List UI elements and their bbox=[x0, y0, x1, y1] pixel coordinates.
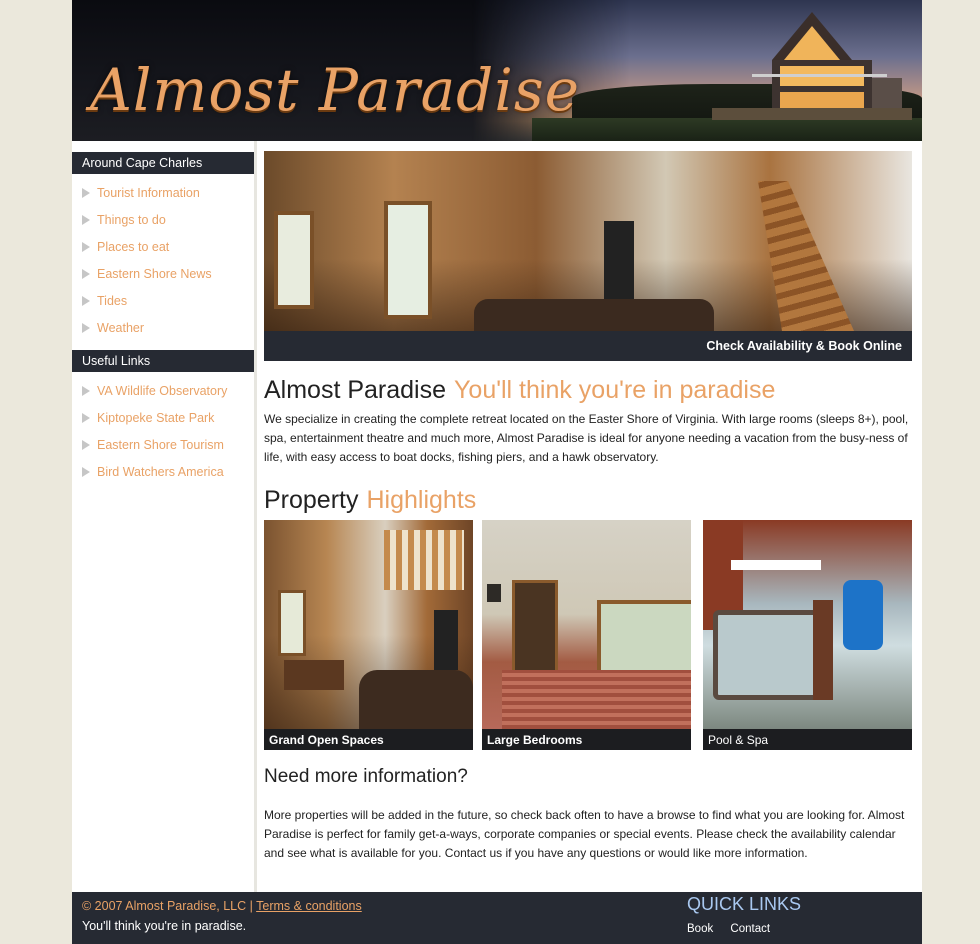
footer-tagline: You'll think you're in paradise. bbox=[82, 919, 247, 933]
sidebar-heading-around-cape-charles: Around Cape Charles bbox=[72, 152, 254, 174]
arrow-right-icon bbox=[82, 413, 90, 423]
sidebar-item-label[interactable]: Tides bbox=[97, 294, 127, 308]
arrow-right-icon bbox=[82, 323, 90, 333]
quick-links: QUICK LINKS Book Contact bbox=[687, 894, 801, 935]
site-footer: © 2007 Almost Paradise, LLC | Terms & co… bbox=[72, 892, 922, 944]
highlights-title-accent: Highlights bbox=[366, 486, 477, 514]
sidebar-item-label[interactable]: Eastern Shore News bbox=[97, 267, 212, 281]
quick-link-contact[interactable]: Contact bbox=[730, 923, 770, 935]
header-lawn bbox=[532, 118, 922, 141]
sidebar: Around Cape Charles Tourist Information … bbox=[72, 141, 257, 892]
sidebar-item-va-wildlife-observatory[interactable]: VA Wildlife Observatory bbox=[72, 378, 254, 405]
highlights-title: Property Highlights bbox=[264, 485, 912, 515]
intro-title-accent: You'll think you're in paradise bbox=[454, 376, 776, 404]
grand-open-spaces-photo bbox=[264, 520, 473, 729]
sidebar-item-label[interactable]: Kiptopeke State Park bbox=[97, 411, 214, 425]
footer-left: © 2007 Almost Paradise, LLC | Terms & co… bbox=[82, 899, 362, 933]
sidebar-item-label[interactable]: Eastern Shore Tourism bbox=[97, 438, 224, 452]
sidebar-item-label[interactable]: VA Wildlife Observatory bbox=[97, 384, 227, 398]
quick-link-book[interactable]: Book bbox=[687, 923, 713, 935]
more-info-body: More properties will be added in the fut… bbox=[264, 808, 905, 860]
large-bedrooms-photo bbox=[482, 520, 691, 729]
sidebar-item-things-to-do[interactable]: Things to do bbox=[72, 207, 254, 234]
highlight-caption: Pool & Spa bbox=[703, 729, 912, 750]
hero-sofa bbox=[474, 299, 714, 331]
site-logo[interactable]: Almost Paradise bbox=[90, 56, 580, 124]
sidebar-item-tides[interactable]: Tides bbox=[72, 288, 254, 315]
arrow-right-icon bbox=[82, 467, 90, 477]
arrow-right-icon bbox=[82, 215, 90, 225]
sidebar-item-places-to-eat[interactable]: Places to eat bbox=[72, 234, 254, 261]
highlight-grand-open-spaces[interactable]: Grand Open Spaces bbox=[264, 520, 473, 750]
arrow-right-icon bbox=[82, 269, 90, 279]
highlight-caption: Grand Open Spaces bbox=[264, 729, 473, 750]
hero-banner: Check Availability & Book Online bbox=[264, 151, 912, 361]
hero-window bbox=[274, 211, 314, 309]
highlights-title-text: Property bbox=[264, 486, 359, 514]
sidebar-list-around-cape-charles: Tourist Information Things to do Places … bbox=[72, 174, 254, 350]
intro-title-text: Almost Paradise bbox=[264, 376, 447, 404]
arrow-right-icon bbox=[82, 386, 90, 396]
check-availability-link[interactable]: Check Availability & Book Online bbox=[264, 331, 912, 361]
intro-title: Almost Paradise You'll think you're in pa… bbox=[264, 375, 912, 405]
arrow-right-icon bbox=[82, 440, 90, 450]
house-photo bbox=[712, 12, 912, 120]
hero-door bbox=[384, 201, 432, 319]
hero-fridge bbox=[604, 221, 634, 301]
highlight-pool-spa[interactable]: Pool & Spa bbox=[703, 520, 912, 750]
site-header: Almost Paradise bbox=[72, 0, 922, 141]
page: Almost Paradise Around Cape Charles Tour… bbox=[72, 0, 922, 944]
sidebar-heading-useful-links: Useful Links bbox=[72, 350, 254, 372]
quick-links-title: QUICK LINKS bbox=[687, 894, 802, 914]
copyright-text: © 2007 Almost Paradise, LLC | bbox=[82, 899, 253, 913]
footer-copyright: © 2007 Almost Paradise, LLC | Terms & co… bbox=[82, 899, 362, 913]
sidebar-item-label[interactable]: Things to do bbox=[97, 213, 166, 227]
sidebar-item-bird-watchers-america[interactable]: Bird Watchers America bbox=[72, 459, 254, 486]
sidebar-item-eastern-shore-news[interactable]: Eastern Shore News bbox=[72, 261, 254, 288]
sidebar-item-weather[interactable]: Weather bbox=[72, 315, 254, 342]
sidebar-item-label[interactable]: Bird Watchers America bbox=[97, 465, 224, 479]
hero-interior-photo bbox=[264, 151, 912, 331]
terms-link[interactable]: Terms & conditions bbox=[256, 899, 362, 913]
sidebar-item-eastern-shore-tourism[interactable]: Eastern Shore Tourism bbox=[72, 432, 254, 459]
sidebar-item-tourist-information[interactable]: Tourist Information bbox=[72, 180, 254, 207]
highlights-grid: Grand Open Spaces Large Bedrooms Pool & … bbox=[264, 520, 912, 750]
pool-spa-photo bbox=[703, 520, 912, 729]
sidebar-item-kiptopeke-state-park[interactable]: Kiptopeke State Park bbox=[72, 405, 254, 432]
sidebar-item-label[interactable]: Places to eat bbox=[97, 240, 169, 254]
sidebar-item-label[interactable]: Tourist Information bbox=[97, 186, 200, 200]
highlight-caption: Large Bedrooms bbox=[482, 729, 691, 750]
arrow-right-icon bbox=[82, 188, 90, 198]
sidebar-list-useful-links: VA Wildlife Observatory Kiptopeke State … bbox=[72, 372, 254, 494]
arrow-right-icon bbox=[82, 296, 90, 306]
highlight-large-bedrooms[interactable]: Large Bedrooms bbox=[482, 520, 691, 750]
main-content: Check Availability & Book Online Almost … bbox=[264, 151, 912, 863]
quick-links-list: Book Contact bbox=[687, 923, 801, 935]
more-info-title: Need more information? bbox=[264, 766, 468, 787]
intro-body: We specialize in creating the complete r… bbox=[264, 412, 909, 464]
sidebar-item-label[interactable]: Weather bbox=[97, 321, 144, 335]
arrow-right-icon bbox=[82, 242, 90, 252]
hero-staircase bbox=[758, 181, 854, 331]
